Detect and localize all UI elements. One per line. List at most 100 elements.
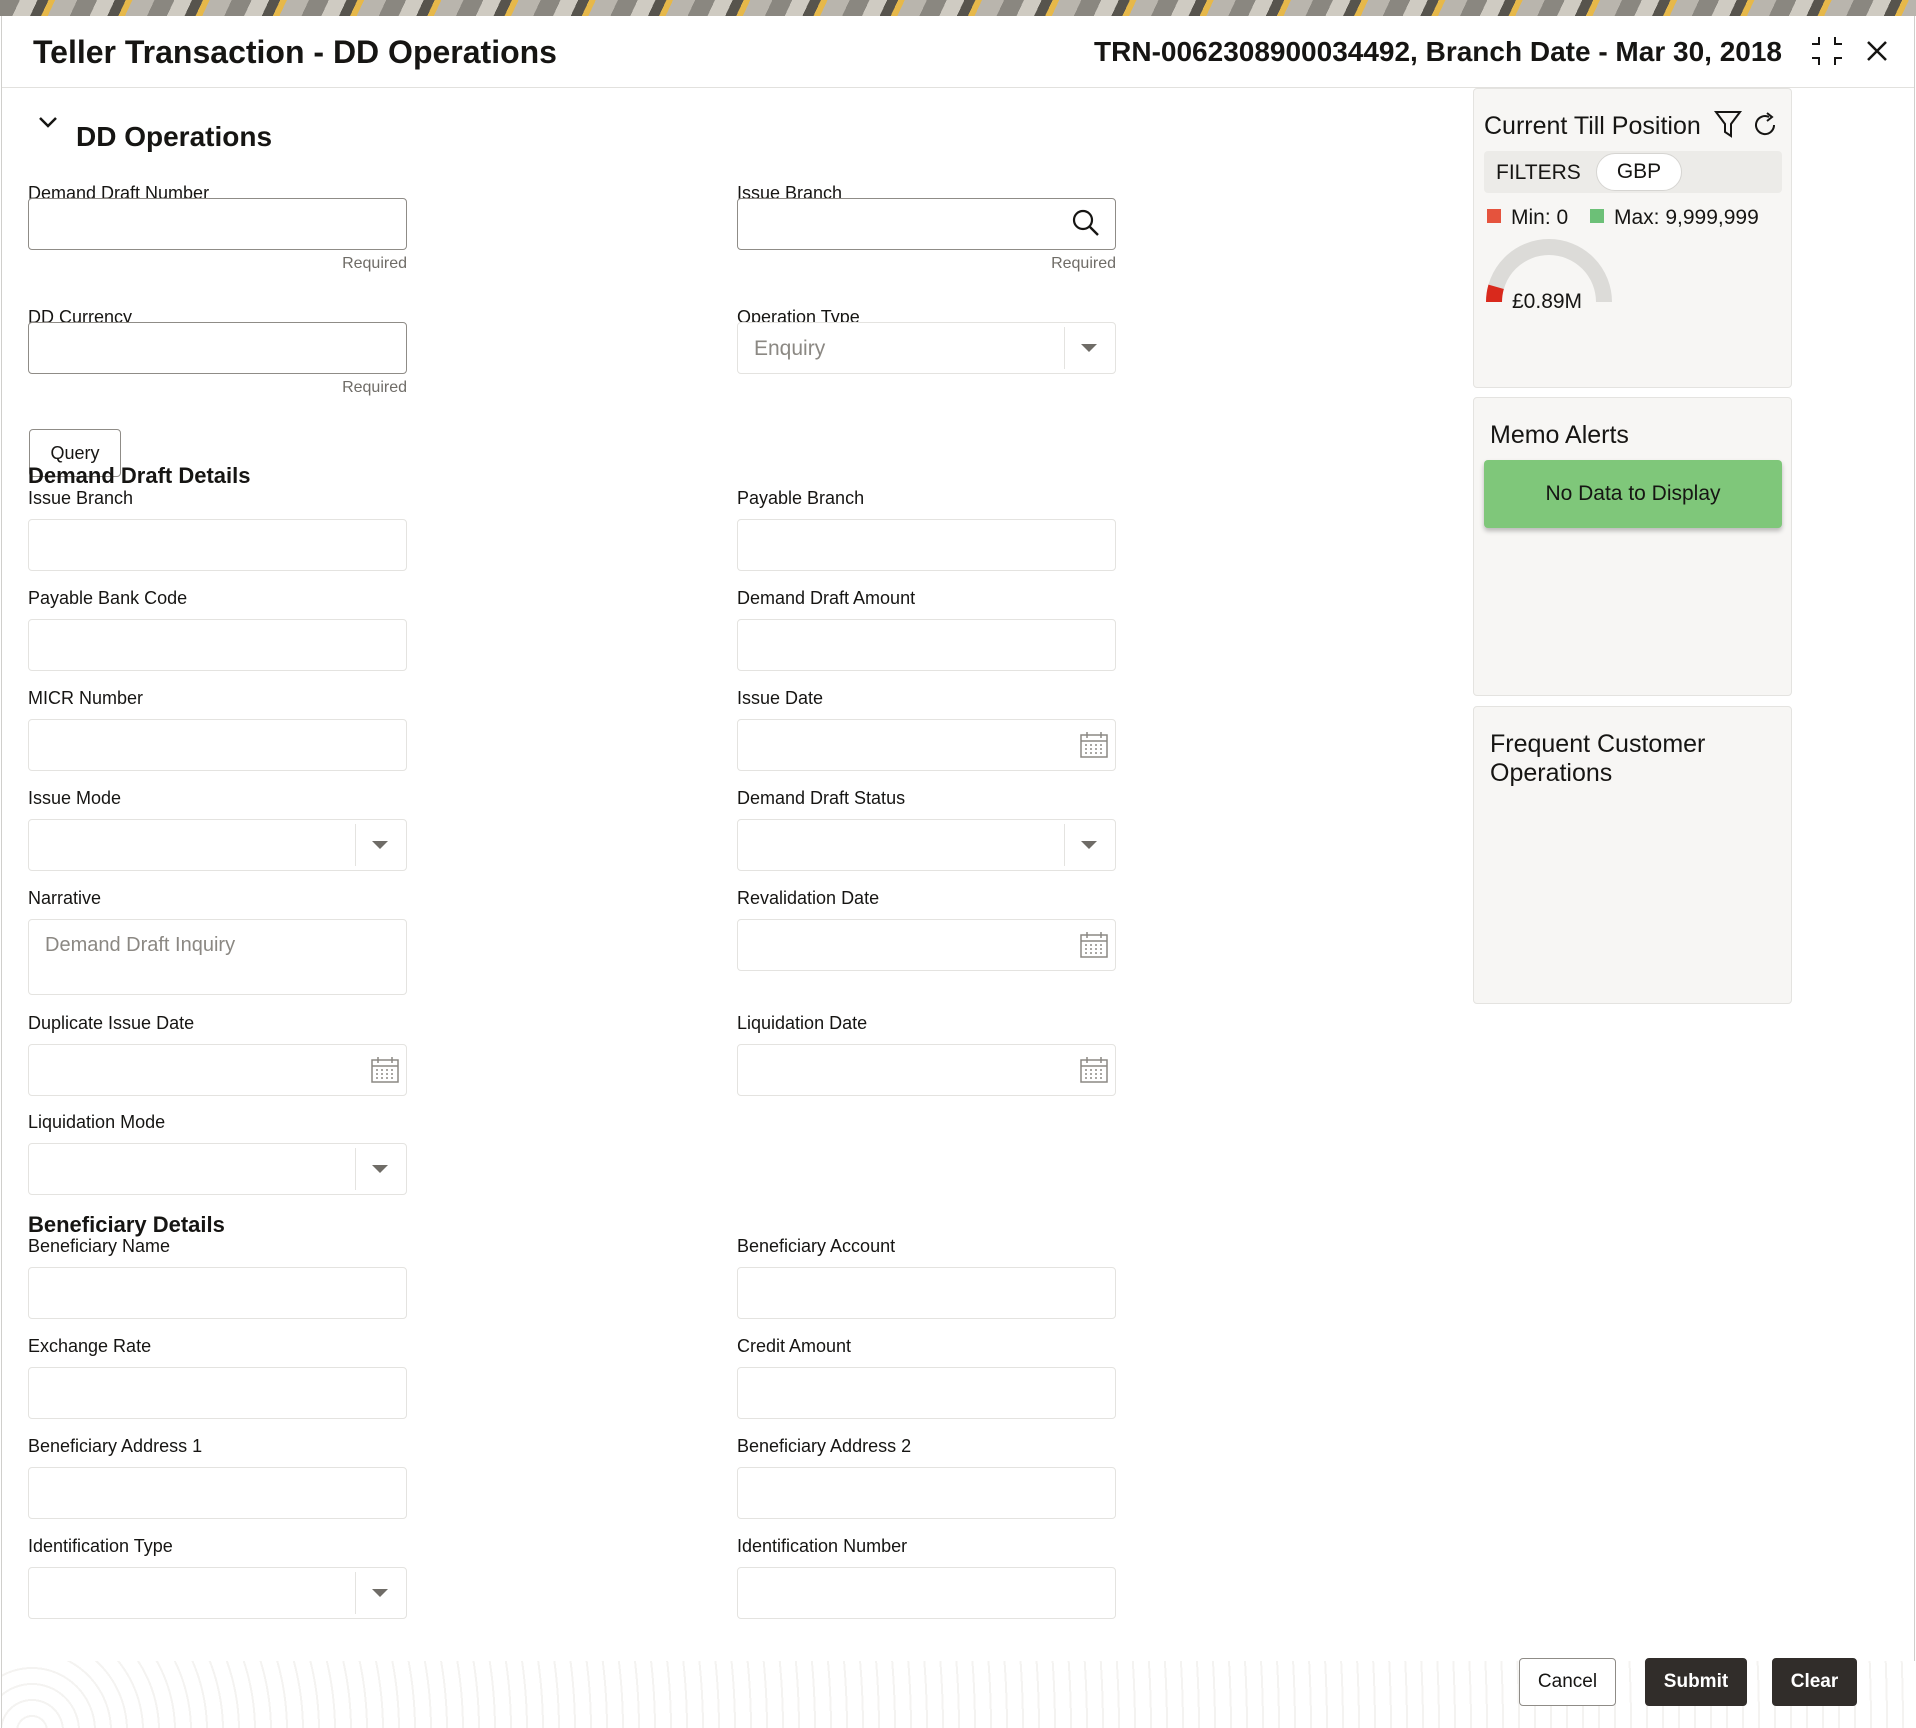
liquidation-date-label: Liquidation Date [737,1013,868,1033]
beneficiary-name-label: Beneficiary Name [28,1236,171,1256]
frequent-operations-title: Frequent Customer Operations [1490,730,1705,788]
beneficiary-heading: Beneficiary Details [28,1212,225,1237]
dd-issue-branch-field[interactable] [28,519,407,571]
dropdown-caret-icon [372,841,388,849]
currency-chip[interactable]: GBP [1596,153,1682,191]
dd-amount-label: Demand Draft Amount [737,588,916,608]
revalidation-date-field[interactable] [737,919,1116,971]
memo-alerts-title: Memo Alerts [1490,421,1629,449]
credit-amount-label: Credit Amount [737,1336,852,1356]
beneficiary-account-label: Beneficiary Account [737,1236,896,1256]
gauge-value: £0.89M [1512,290,1583,313]
narrative-label: Narrative [28,888,102,908]
exchange-rate-label: Exchange Rate [28,1336,152,1356]
select-divider [355,1572,356,1614]
select-divider [1064,824,1065,866]
dd-issue-branch-label: Issue Branch [28,488,134,508]
dropdown-caret-icon [372,1165,388,1173]
window-header: Teller Transaction - DD Operations TRN-0… [2,16,1914,88]
identification-type-label: Identification Type [28,1536,173,1556]
filter-icon[interactable] [1714,109,1742,139]
max-swatch [1590,209,1604,223]
beneficiary-address2-label: Beneficiary Address 2 [737,1436,912,1456]
chevron-down-icon[interactable] [34,108,62,136]
till-position-card: Current Till Position FILTERS GBP Min: 0… [1473,88,1792,388]
dd-number-input[interactable] [28,198,407,250]
duplicate-issue-date-field[interactable] [28,1044,407,1096]
max-label: Max: 9,999,999 [1614,206,1759,229]
beneficiary-address1-field[interactable] [28,1467,407,1519]
filters-bar: FILTERS GBP [1484,151,1782,193]
payable-bank-code-field[interactable] [28,619,407,671]
micr-label: MICR Number [28,688,144,708]
memo-alerts-card: Memo Alerts No Data to Display [1473,397,1792,696]
dd-details-heading: Demand Draft Details [28,463,251,488]
teller-transaction-window: Teller Transaction - DD Operations TRN-0… [1,16,1916,1728]
payable-branch-field[interactable] [737,519,1116,571]
identification-number-field[interactable] [737,1567,1116,1619]
dropdown-caret-icon [1081,841,1097,849]
narrative-value: Demand Draft Inquiry [45,934,236,956]
issue-branch-input[interactable] [737,198,1116,250]
background-banner [0,0,1916,16]
liquidation-date-field[interactable] [737,1044,1116,1096]
issue-date-field[interactable] [737,719,1116,771]
till-position-title: Current Till Position [1484,112,1701,140]
filters-label: FILTERS [1496,161,1581,184]
frequent-title-line1: Frequent Customer [1490,730,1706,758]
calendar-icon[interactable] [1079,1055,1109,1085]
issue-mode-select[interactable] [28,819,407,871]
micr-field[interactable] [28,719,407,771]
required-hint: Required [342,379,407,396]
liquidation-mode-select[interactable] [28,1143,407,1195]
credit-amount-field[interactable] [737,1367,1116,1419]
identification-type-select[interactable] [28,1567,407,1619]
issue-mode-label: Issue Mode [28,788,122,808]
clear-button[interactable]: Clear [1772,1658,1857,1706]
close-icon[interactable] [1860,34,1894,68]
frequent-title-line2: Operations [1490,759,1613,787]
beneficiary-name-field[interactable] [28,1267,407,1319]
dropdown-caret-icon [372,1589,388,1597]
duplicate-issue-date-label: Duplicate Issue Date [28,1013,195,1033]
page-title: Teller Transaction - DD Operations [33,34,557,70]
frequent-operations-card: Frequent Customer Operations [1473,706,1792,1004]
dd-status-label: Demand Draft Status [737,788,906,808]
transaction-reference: TRN-0062308900034492, Branch Date - Mar … [1094,36,1782,67]
issue-date-label: Issue Date [737,688,824,708]
dropdown-caret-icon [1081,344,1097,352]
payable-branch-label: Payable Branch [737,488,865,508]
dd-status-select[interactable] [737,819,1116,871]
select-divider [1064,327,1065,369]
revalidation-date-label: Revalidation Date [737,888,880,908]
select-divider [355,1148,356,1190]
calendar-icon[interactable] [370,1055,400,1085]
footer-bar [2,1661,1916,1728]
max-legend: Max: 9,999,999 [1590,206,1759,230]
dd-currency-input[interactable] [28,322,407,374]
calendar-icon[interactable] [1079,930,1109,960]
minimize-icon[interactable] [1810,34,1844,68]
beneficiary-account-field[interactable] [737,1267,1116,1319]
gauge-fill [1486,284,1504,303]
refresh-icon[interactable] [1751,111,1779,139]
beneficiary-address1-label: Beneficiary Address 1 [28,1436,203,1456]
submit-button[interactable]: Submit [1645,1658,1747,1706]
cancel-button[interactable]: Cancel [1519,1658,1616,1706]
operation-type-select[interactable]: Enquiry [737,322,1116,374]
search-icon[interactable] [1071,208,1101,238]
beneficiary-address2-field[interactable] [737,1467,1116,1519]
min-legend: Min: 0 [1487,206,1568,230]
narrative-field[interactable]: Demand Draft Inquiry [28,919,407,995]
dd-amount-field[interactable] [737,619,1116,671]
exchange-rate-field[interactable] [28,1367,407,1419]
identification-number-label: Identification Number [737,1536,908,1556]
liquidation-mode-label: Liquidation Mode [28,1112,166,1132]
section-title: DD Operations [76,121,273,152]
required-hint: Required [1051,255,1116,272]
no-data-banner: No Data to Display [1484,460,1782,528]
operation-type-value: Enquiry [754,337,826,360]
payable-bank-code-label: Payable Bank Code [28,588,188,608]
min-label: Min: 0 [1511,206,1569,229]
calendar-icon[interactable] [1079,730,1109,760]
